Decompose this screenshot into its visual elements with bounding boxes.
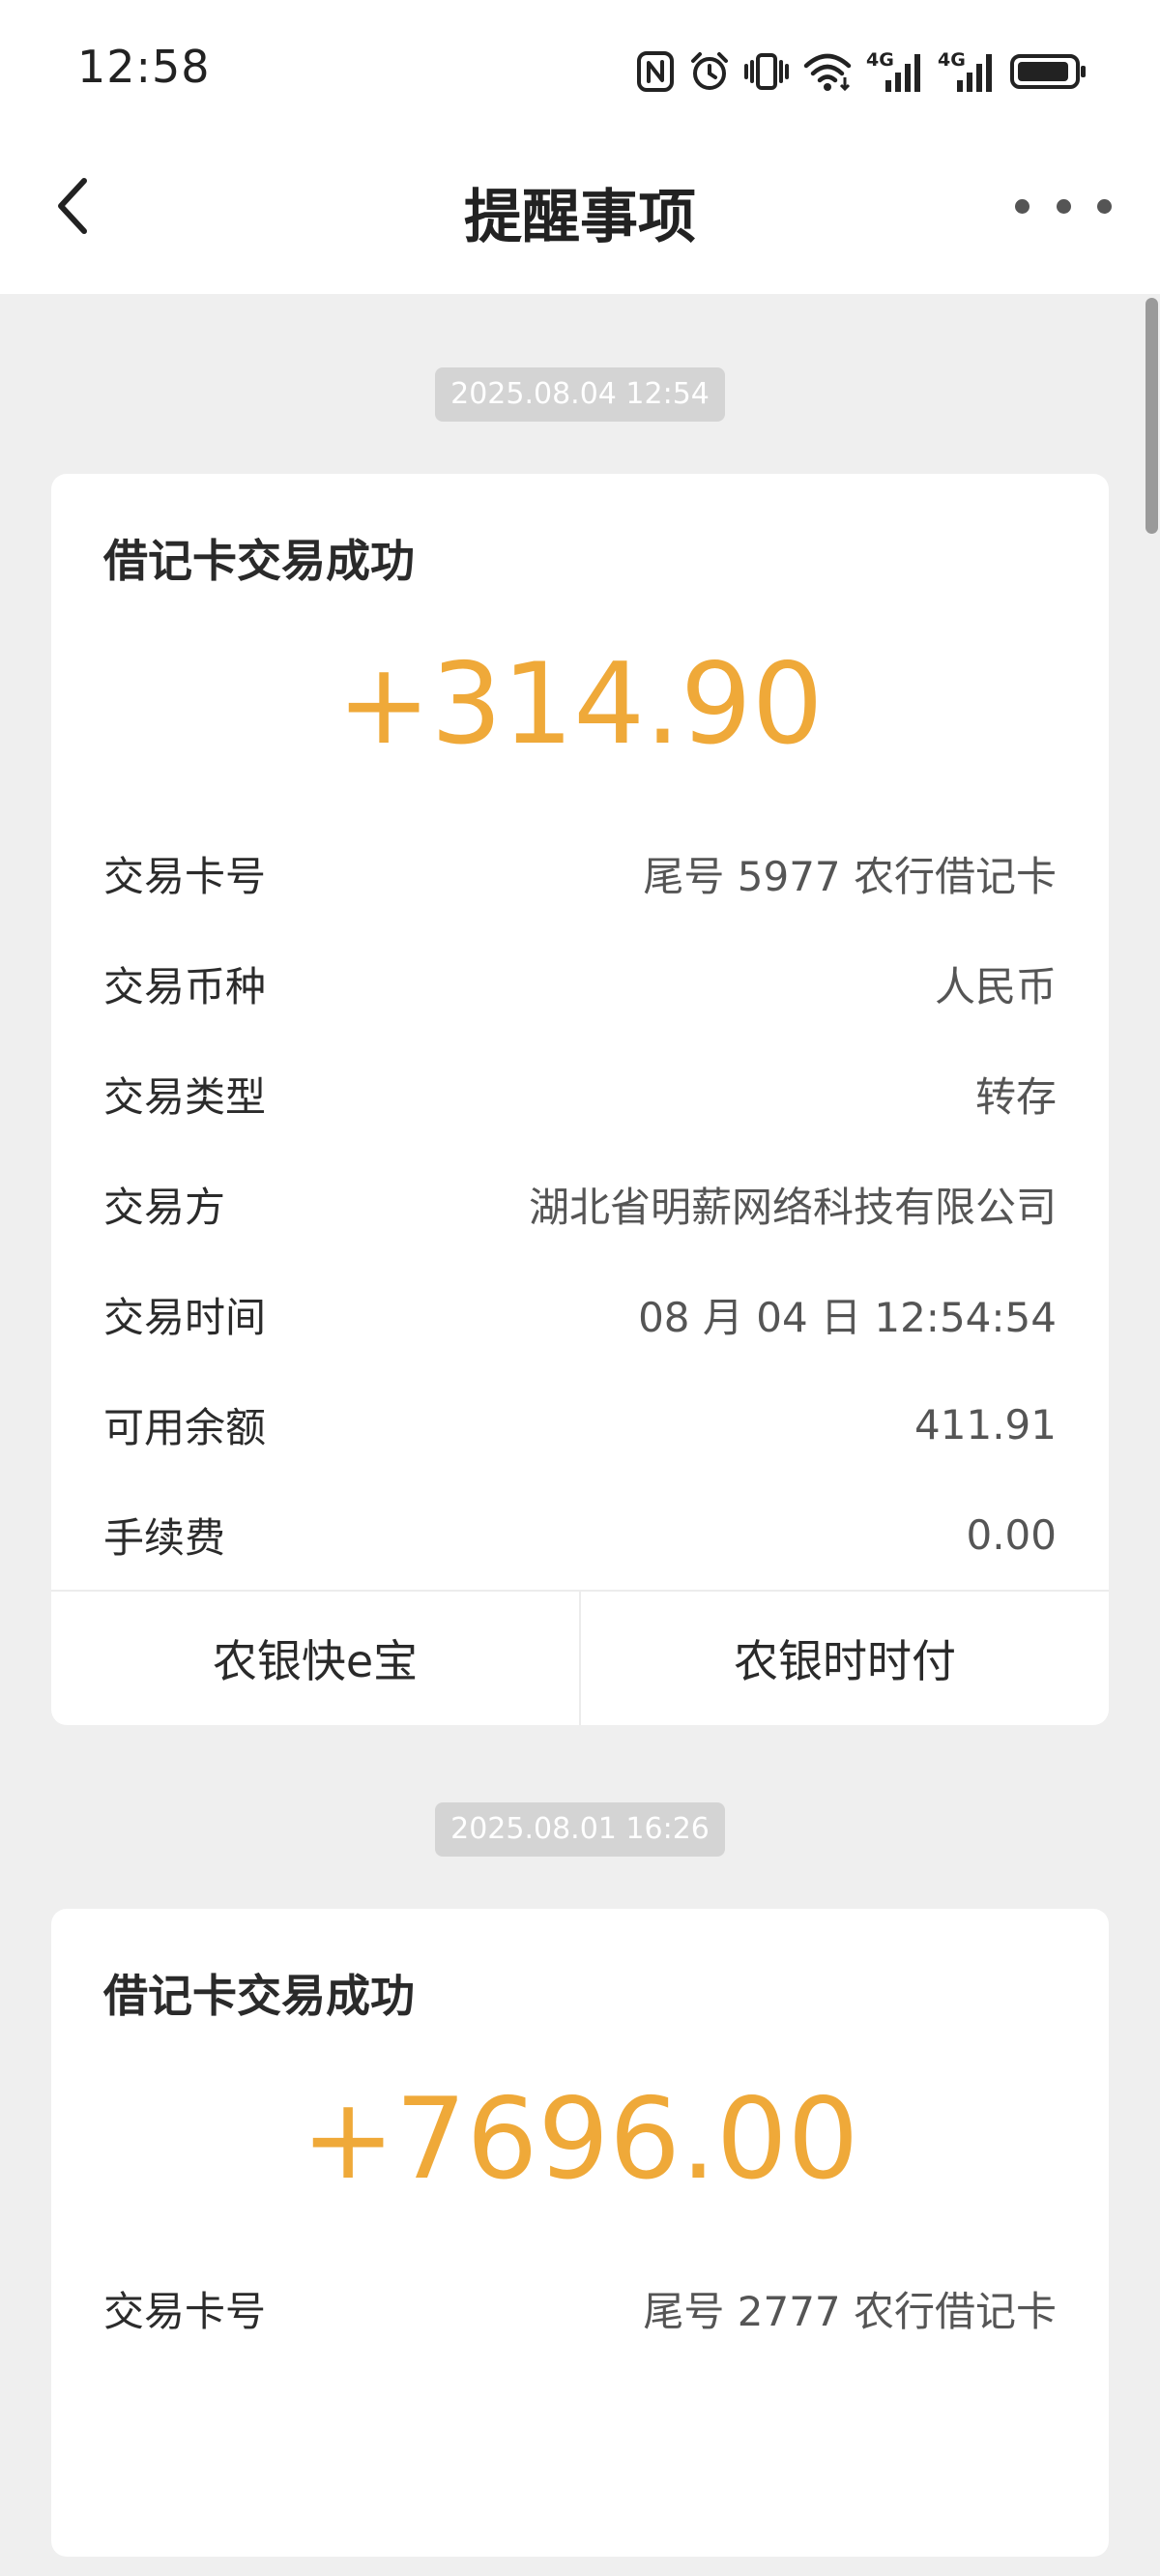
more-dots-icon	[1015, 198, 1030, 214]
row-value: 411.91	[914, 1400, 1057, 1449]
vibrate-icon	[744, 50, 789, 93]
nav-bar: 提醒事项	[0, 143, 1160, 294]
row-label: 手续费	[103, 1513, 226, 1562]
row-label: 可用余额	[103, 1403, 267, 1451]
nfc-icon	[636, 50, 675, 93]
row-label: 交易类型	[103, 1072, 267, 1121]
detail-row: 可用余额 411.91	[51, 1369, 1109, 1479]
row-label: 交易卡号	[103, 852, 267, 900]
transaction-amount: +7696.00	[301, 2074, 859, 2205]
kuai-e-bao-button[interactable]: 农银快e宝	[51, 1592, 579, 1725]
message-list: 2025.08.04 12:54 借记卡交易成功 +314.90 交易卡号 尾号…	[0, 294, 1160, 2557]
row-value: 转存	[974, 1072, 1057, 1121]
detail-row: 交易卡号 尾号 2777 农行借记卡	[51, 2253, 1109, 2363]
detail-row: 交易方 湖北省明薪网络科技有限公司	[51, 1149, 1109, 1259]
more-dots-icon	[1097, 198, 1112, 214]
row-value: 08 月 04 日 12:54:54	[638, 1293, 1057, 1341]
card-actions: 农银快e宝 农银时时付	[51, 1590, 1109, 1725]
detail-row: 交易卡号 尾号 5977 农行借记卡	[51, 818, 1109, 928]
shi-shi-fu-button[interactable]: 农银时时付	[579, 1592, 1109, 1725]
signal-4g-icon: 4G	[938, 49, 996, 94]
card-title: 借记卡交易成功	[103, 1970, 415, 2022]
row-label: 交易卡号	[103, 2287, 267, 2335]
card-title: 借记卡交易成功	[103, 535, 415, 587]
row-label: 交易时间	[103, 1293, 267, 1341]
alarm-icon	[688, 50, 731, 93]
transaction-card: 借记卡交易成功 +314.90 交易卡号 尾号 5977 农行借记卡 交易币种 …	[51, 474, 1109, 1725]
wifi-icon	[802, 50, 853, 93]
more-dots-icon	[1056, 198, 1071, 214]
detail-row: 交易类型 转存	[51, 1039, 1109, 1149]
page-title: 提醒事项	[464, 184, 696, 251]
status-bar: 12:58 4G 4G	[0, 0, 1160, 143]
status-time: 12:58	[77, 41, 211, 93]
status-icons: 4G 4G	[636, 46, 1088, 97]
transaction-amount: +314.90	[336, 639, 824, 770]
row-value: 尾号 2777 农行借记卡	[643, 2287, 1057, 2335]
row-value: 湖北省明薪网络科技有限公司	[528, 1183, 1057, 1231]
message-date: 2025.08.04 12:54	[435, 367, 725, 422]
row-value: 尾号 5977 农行借记卡	[643, 852, 1057, 900]
row-value: 人民币	[934, 962, 1057, 1010]
detail-row: 交易币种 人民币	[51, 928, 1109, 1039]
detail-row: 交易时间 08 月 04 日 12:54:54	[51, 1259, 1109, 1369]
battery-icon	[1009, 50, 1088, 93]
row-label: 交易币种	[103, 962, 267, 1010]
row-label: 交易方	[103, 1183, 226, 1231]
transaction-card: 借记卡交易成功 +7696.00 交易卡号 尾号 2777 农行借记卡	[51, 1909, 1109, 2557]
row-value: 0.00	[966, 1510, 1057, 1559]
more-button[interactable]	[1015, 182, 1112, 230]
message-date: 2025.08.01 16:26	[435, 1802, 725, 1857]
signal-4g-icon: 4G	[866, 49, 924, 94]
detail-row: 手续费 0.00	[51, 1479, 1109, 1590]
